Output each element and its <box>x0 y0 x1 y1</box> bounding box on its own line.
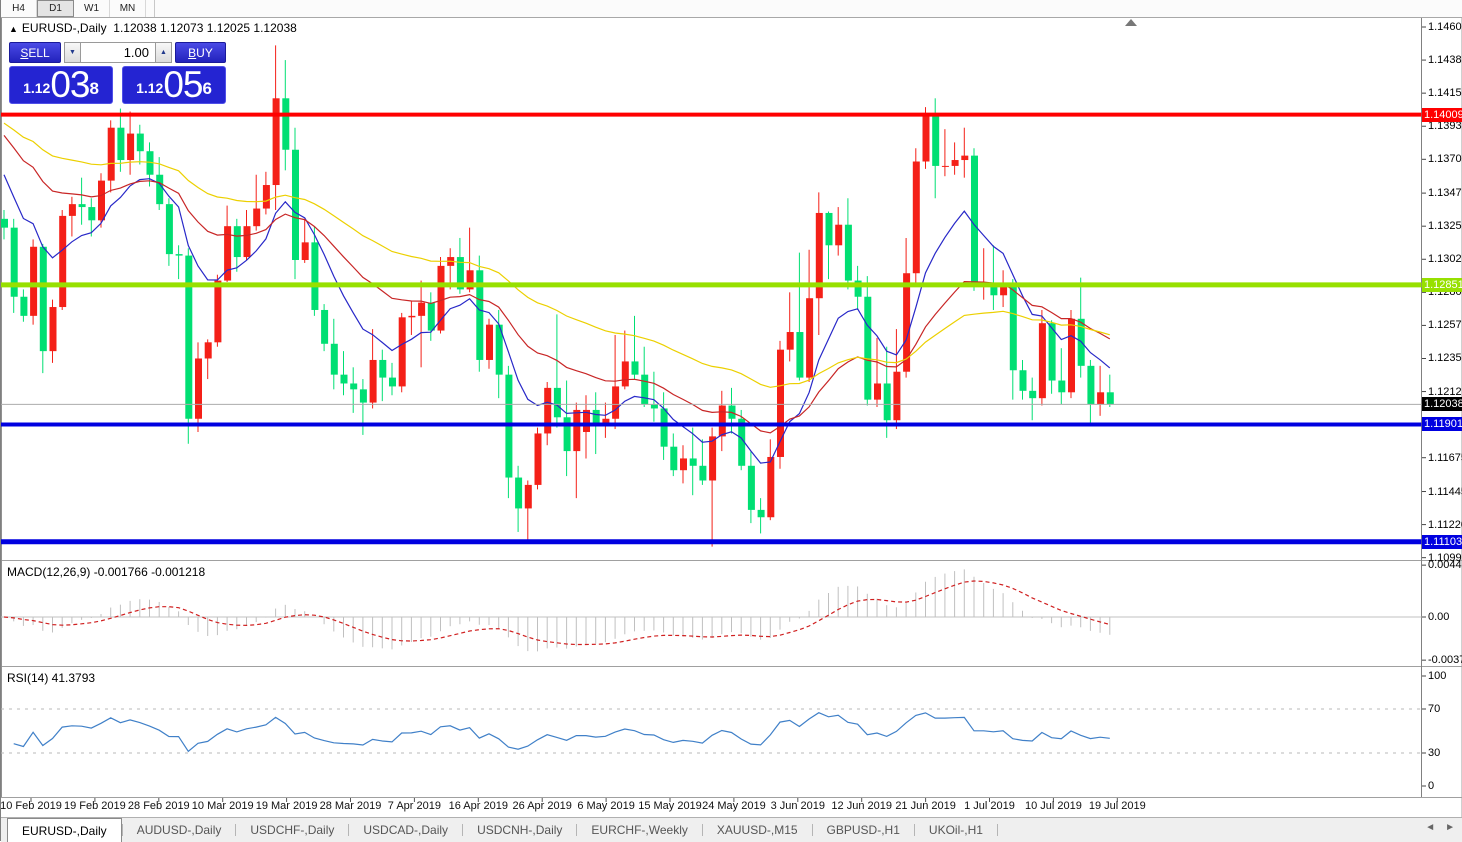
timeframe-toolbar: H4 D1 W1 MN <box>1 0 1462 18</box>
chart-tab-usdcnh-daily[interactable]: USDCNH-,Daily <box>463 818 576 842</box>
tab-scroll-left-icon[interactable]: ◄ <box>1425 822 1435 833</box>
rsi-label: RSI(14) 41.3793 <box>7 671 96 685</box>
chart-tab-eurchf-weekly[interactable]: EURCHF-,Weekly <box>577 818 701 842</box>
symbol-tab-bar: EURUSD-,Daily AUDUSD-,Daily USDCHF-,Daily U… <box>1 817 1462 842</box>
sell-price-main: 03 <box>50 64 90 105</box>
volume-decrease-button[interactable]: ▼ <box>64 42 81 63</box>
chart-tab-usdcad-daily[interactable]: USDCAD-,Daily <box>349 818 462 842</box>
timeframe-button-h4[interactable]: H4 <box>1 0 37 17</box>
tab-separator <box>996 824 998 836</box>
macd-label: MACD(12,26,9) -0.001766 -0.001218 <box>7 565 206 579</box>
buy-price-main: 05 <box>163 64 203 105</box>
sell-price-button[interactable]: 1.12 03 8 <box>9 66 113 104</box>
sell-price-pip: 8 <box>89 79 99 98</box>
chart-symbol-label: EURUSD-,Daily <box>21 21 107 35</box>
timeframe-button-w1[interactable]: W1 <box>74 0 110 17</box>
one-click-trading-panel: SELL ▼ 1.00 ▲ BUY 1.12 03 8 1.12 05 6 <box>9 42 226 104</box>
sell-button[interactable]: SELL <box>9 42 61 63</box>
timeframe-button-d1[interactable]: D1 <box>37 0 74 17</box>
chart-title: ▲ EURUSD-,Daily 1.12038 1.12073 1.12025 1… <box>9 21 297 35</box>
tab-scroll-arrows: ◄ ► <box>1425 822 1455 833</box>
tab-scroll-right-icon[interactable]: ► <box>1445 822 1455 833</box>
mt4-chart-window: { "toolbar": { "timeframes": [ {"label":… <box>0 0 1462 842</box>
chart-tab-usdchf-daily[interactable]: USDCHF-,Daily <box>236 818 348 842</box>
arrow-down-icon: ▼ <box>69 49 76 56</box>
timeframe-button-mn[interactable]: MN <box>110 0 146 17</box>
chart-tab-eurusd-daily[interactable]: EURUSD-,Daily <box>7 818 122 842</box>
volume-increase-button[interactable]: ▲ <box>155 42 172 63</box>
chart-ohlc-values: 1.12038 1.12073 1.12025 1.12038 <box>113 21 297 35</box>
volume-input[interactable]: 1.00 <box>81 42 155 63</box>
chart-tab-xauusd-m15[interactable]: XAUUSD-,M15 <box>703 818 812 842</box>
arrow-up-icon: ▲ <box>160 49 167 56</box>
buy-price-prefix: 1.12 <box>136 80 164 96</box>
rsi-line <box>13 712 1110 753</box>
chart-shift-marker-icon <box>1125 19 1137 26</box>
buy-price-button[interactable]: 1.12 05 6 <box>122 66 226 104</box>
chart-tab-ukoil-h1[interactable]: UKOil-,H1 <box>915 818 997 842</box>
buy-price-pip: 6 <box>202 79 212 98</box>
sell-price-prefix: 1.12 <box>23 80 51 96</box>
buy-button[interactable]: BUY <box>175 42 226 63</box>
chart-tab-gbpusd-h1[interactable]: GBPUSD-,H1 <box>813 818 914 842</box>
chart-tab-audusd-daily[interactable]: AUDUSD-,Daily <box>123 818 236 842</box>
collapse-triangle-icon: ▲ <box>9 24 18 34</box>
chart-canvas[interactable] <box>1 0 1462 841</box>
